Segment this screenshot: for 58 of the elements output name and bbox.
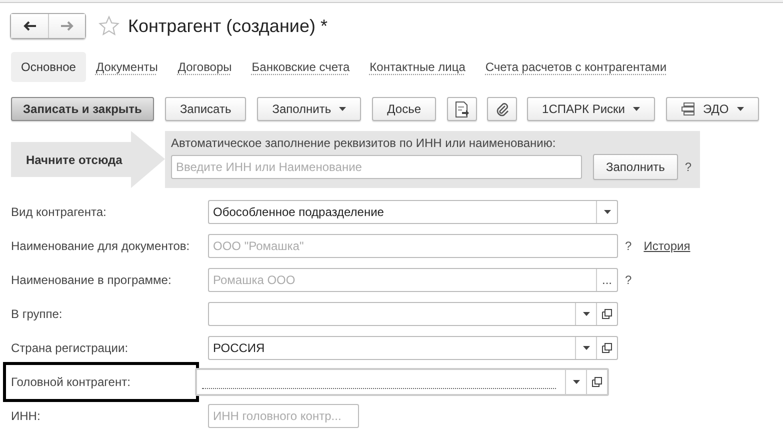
inn-field[interactable]: ИНН головного контр... — [208, 404, 359, 428]
stack-icon — [680, 102, 697, 116]
toolbar-button[interactable]: Записать — [164, 97, 246, 121]
field-label: Наименование для документов: — [11, 239, 190, 253]
save-and-close-button[interactable]: Записать и закрыть — [11, 97, 154, 121]
field-label: В группе: — [11, 307, 62, 321]
open-window-icon — [592, 377, 602, 387]
caret-icon — [339, 107, 346, 111]
back-arrow-icon — [22, 21, 36, 31]
field-label: ИНН: — [11, 409, 40, 423]
inn-search-field[interactable]: Введите ИНН или Наименование — [171, 155, 582, 179]
tab[interactable]: Счета расчетов с контрагентами — [475, 52, 677, 82]
caret-icon — [582, 312, 590, 316]
tab[interactable]: Документы — [86, 52, 168, 82]
combo-field[interactable]: РОССИЯ — [208, 336, 618, 360]
menu-button[interactable]: ЭДО — [666, 97, 759, 121]
caret-icon — [572, 380, 580, 384]
forward-arrow-icon — [60, 21, 74, 31]
autofill-caption: Автоматическое заполнение реквизитов по ИНН или наименованию: — [171, 136, 557, 150]
star-icon[interactable] — [98, 15, 120, 37]
fill-button[interactable]: Заполнить — [593, 154, 678, 180]
field-label: Страна регистрации: — [11, 341, 128, 355]
toolbar-button[interactable]: Досье — [372, 97, 436, 121]
caret-icon — [736, 107, 744, 111]
field-label: Наименование в программе: — [11, 273, 172, 287]
field-value: Обособленное подразделение — [212, 205, 385, 219]
tab[interactable]: Контактные лица — [360, 52, 476, 82]
caret-icon — [604, 210, 610, 214]
menu-button[interactable]: Заполнить — [257, 97, 362, 121]
caret-icon — [632, 107, 640, 111]
tab[interactable]: Договоры — [168, 52, 242, 82]
open-window-icon — [602, 343, 612, 353]
menu-button[interactable]: 1СПАРК Риски — [527, 97, 655, 121]
attach-button[interactable] — [487, 97, 518, 121]
window-title: Контрагент (создание) * — [128, 16, 328, 36]
tab[interactable]: Банковские счета — [242, 52, 360, 82]
history-link[interactable]: История — [644, 239, 690, 253]
field-label: Вид контрагента: — [11, 205, 106, 219]
paperclip-icon — [495, 101, 510, 117]
choice-field[interactable]: Ромашка ООО ... — [208, 268, 618, 292]
help-mark[interactable]: ? — [625, 239, 632, 253]
help-mark[interactable]: ? — [625, 273, 632, 287]
back-button[interactable] — [11, 14, 48, 38]
field-placeholder: Ромашка ООО — [212, 273, 296, 287]
combo-field[interactable] — [208, 302, 618, 326]
select-button[interactable]: ... — [596, 269, 617, 291]
field-value: РОССИЯ — [212, 341, 266, 355]
field-label: Головной контрагент: — [11, 375, 130, 389]
start-here-label: Начните отсюда — [26, 152, 122, 166]
combo-field[interactable] — [195, 368, 609, 396]
document-arrow-icon — [454, 100, 470, 118]
report-button[interactable] — [447, 97, 478, 121]
help-mark[interactable]: ? — [684, 160, 692, 174]
dropdown-field[interactable]: Обособленное подразделение — [208, 200, 618, 224]
caret-icon — [582, 346, 590, 350]
tab[interactable]: Основное — [11, 52, 86, 82]
open-window-icon — [602, 309, 612, 319]
text-field[interactable]: ООО "Ромашка" — [208, 234, 618, 258]
